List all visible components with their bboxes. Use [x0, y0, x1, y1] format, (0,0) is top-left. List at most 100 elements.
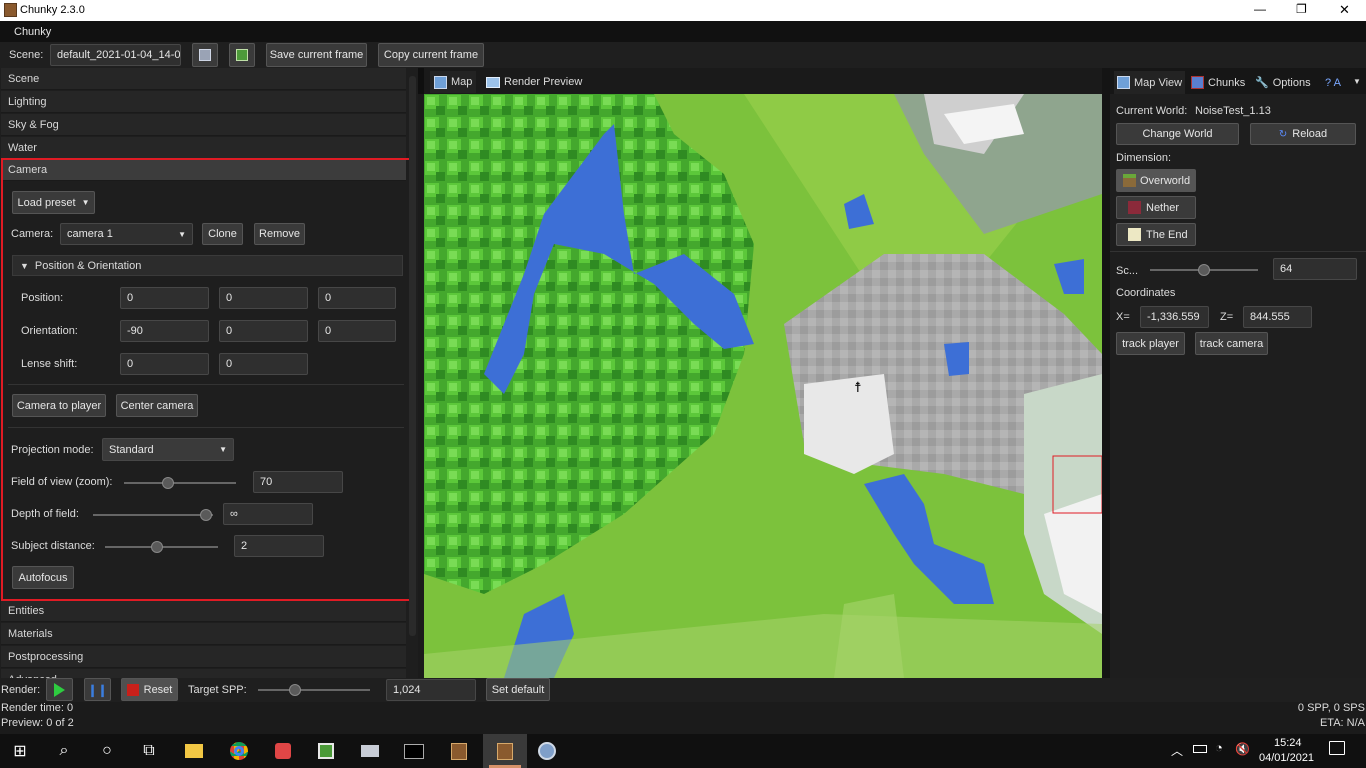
menu-bar: Chunky: [0, 21, 1366, 42]
x-coordinate-label: X=: [1116, 311, 1130, 323]
dimension-label: Dimension:: [1116, 152, 1172, 164]
map-icon: [434, 75, 447, 89]
pause-icon: ❙❙: [87, 682, 108, 697]
player-marker-icon: ☨: [854, 380, 862, 396]
track-player-button[interactable]: track player: [1116, 332, 1185, 355]
minimize-button[interactable]: —: [1254, 2, 1266, 16]
target-spp-slider-thumb[interactable]: [289, 684, 301, 696]
clock-time[interactable]: 15:24: [1274, 737, 1302, 749]
clock-date[interactable]: 04/01/2021: [1259, 752, 1314, 764]
current-world-value: NoiseTest_1.13: [1195, 105, 1271, 117]
eta-status: ETA: N/A: [1319, 717, 1365, 729]
save-scene-button[interactable]: [192, 43, 218, 67]
accordion-sky-fog[interactable]: Sky & Fog: [1, 114, 406, 136]
accordion-advanced[interactable]: Advanced: [1, 669, 406, 678]
map-icon: [1117, 76, 1130, 89]
battery-icon[interactable]: [1193, 745, 1207, 753]
app-icon: [4, 3, 17, 17]
volume-muted-icon[interactable]: 🔇: [1235, 742, 1250, 756]
title-bar: Chunky 2.3.0 — ❐ ✕: [0, 0, 1366, 21]
load-scene-icon: [236, 49, 248, 61]
chunky-app-icon[interactable]: [483, 734, 527, 768]
load-scene-button[interactable]: [229, 43, 255, 67]
scale-input[interactable]: 64: [1273, 258, 1357, 280]
map-view[interactable]: ☨: [424, 94, 1102, 678]
tab-options[interactable]: 🔧 Options: [1252, 71, 1314, 94]
render-time-status: Render time: 0: [1, 702, 74, 714]
file-explorer-icon[interactable]: [180, 738, 208, 764]
tab-help[interactable]: ? A: [1322, 71, 1344, 94]
copy-frame-button[interactable]: Copy current frame: [378, 43, 484, 67]
accordion-materials[interactable]: Materials: [1, 623, 406, 645]
world-map: ☨: [424, 94, 1102, 678]
end-stone-icon: [1128, 228, 1141, 241]
scene-label: Scene:: [9, 49, 44, 61]
window-title: Chunky 2.3.0: [20, 4, 85, 16]
tab-render-preview[interactable]: Render Preview: [482, 71, 586, 93]
divider: [1110, 251, 1366, 252]
tab-map[interactable]: Map: [430, 71, 477, 93]
reload-icon: ↻: [1278, 128, 1288, 140]
chrome-icon[interactable]: [225, 738, 253, 764]
x-coordinate-input[interactable]: -1,336.559: [1140, 306, 1209, 328]
overworld-button[interactable]: Overworld: [1116, 169, 1196, 192]
tab-chunks[interactable]: Chunks: [1188, 71, 1248, 94]
preview-status: Preview: 0 of 2: [1, 717, 74, 729]
accordion-scene[interactable]: Scene: [1, 68, 406, 90]
save-icon: [199, 49, 211, 61]
tray-chevron-up-icon[interactable]: ︿: [1171, 742, 1183, 759]
play-icon: [54, 682, 65, 697]
close-button[interactable]: ✕: [1339, 2, 1350, 18]
menu-chunky[interactable]: Chunky: [14, 26, 51, 38]
terminal-icon[interactable]: [400, 738, 428, 764]
selection-highlight: [1, 158, 412, 601]
task-view-icon[interactable]: ⧉: [135, 738, 163, 764]
chunky-launcher-icon[interactable]: [445, 738, 473, 764]
left-scrollbar[interactable]: [409, 76, 416, 636]
accordion-postprocessing[interactable]: Postprocessing: [1, 646, 406, 668]
grass-block-icon: [1123, 174, 1136, 187]
the-end-button[interactable]: The End: [1116, 223, 1196, 246]
image-viewer-icon[interactable]: [312, 738, 340, 764]
toolbar: Scene: default_2021-01-04_14-0: Save cur…: [0, 42, 1366, 68]
netherrack-icon: [1128, 201, 1141, 214]
z-coordinate-input[interactable]: 844.555: [1243, 306, 1312, 328]
tab-overflow-chevron-icon[interactable]: ▼: [1353, 77, 1361, 86]
right-tab-bar: Map View Chunks 🔧 Options ? A ▼: [1110, 68, 1366, 94]
scale-label: Sc...: [1116, 265, 1139, 277]
reset-render-button[interactable]: Reset: [121, 678, 178, 701]
tab-map-view[interactable]: Map View: [1114, 71, 1186, 94]
z-coordinate-label: Z=: [1220, 311, 1234, 323]
wrench-icon: 🔧: [1255, 77, 1269, 89]
wifi-icon[interactable]: ◔: [1215, 740, 1223, 755]
windows-start-icon[interactable]: ⊞: [6, 738, 34, 764]
set-default-button[interactable]: Set default: [486, 678, 550, 701]
target-spp-slider[interactable]: [258, 684, 370, 696]
save-frame-button[interactable]: Save current frame: [266, 43, 367, 67]
scale-slider-thumb[interactable]: [1198, 264, 1210, 276]
snipping-tool-icon[interactable]: [269, 738, 297, 764]
start-render-button[interactable]: [46, 678, 73, 701]
accordion-water[interactable]: Water: [1, 137, 406, 159]
target-spp-input[interactable]: 1,024: [386, 679, 476, 701]
stop-icon: [126, 683, 139, 696]
accordion-entities[interactable]: Entities: [1, 600, 406, 622]
search-icon[interactable]: ⌕: [50, 738, 78, 764]
change-world-button[interactable]: Change World: [1116, 123, 1239, 145]
nether-button[interactable]: Nether: [1116, 196, 1196, 219]
scene-name-input[interactable]: default_2021-01-04_14-0:: [50, 44, 181, 66]
status-bar: Render time: 0 Preview: 0 of 2 0 SPP, 0 …: [0, 702, 1366, 734]
notifications-icon[interactable]: [1329, 741, 1345, 755]
reload-button[interactable]: ↻ Reload: [1250, 123, 1356, 145]
pause-render-button[interactable]: ❙❙: [84, 678, 111, 701]
cortana-icon[interactable]: ○: [93, 738, 121, 764]
scale-slider[interactable]: [1150, 264, 1258, 276]
render-bar: Render: ❙❙ Reset Target SPP: 1,024 Set d…: [0, 678, 1366, 702]
render-label: Render:: [1, 684, 41, 696]
settings-app-icon[interactable]: [533, 738, 561, 764]
track-camera-button[interactable]: track camera: [1195, 332, 1268, 355]
accordion-lighting[interactable]: Lighting: [1, 91, 406, 113]
chunks-icon: [1191, 76, 1204, 89]
printer-icon[interactable]: [356, 738, 384, 764]
maximize-button[interactable]: ❐: [1296, 2, 1307, 16]
